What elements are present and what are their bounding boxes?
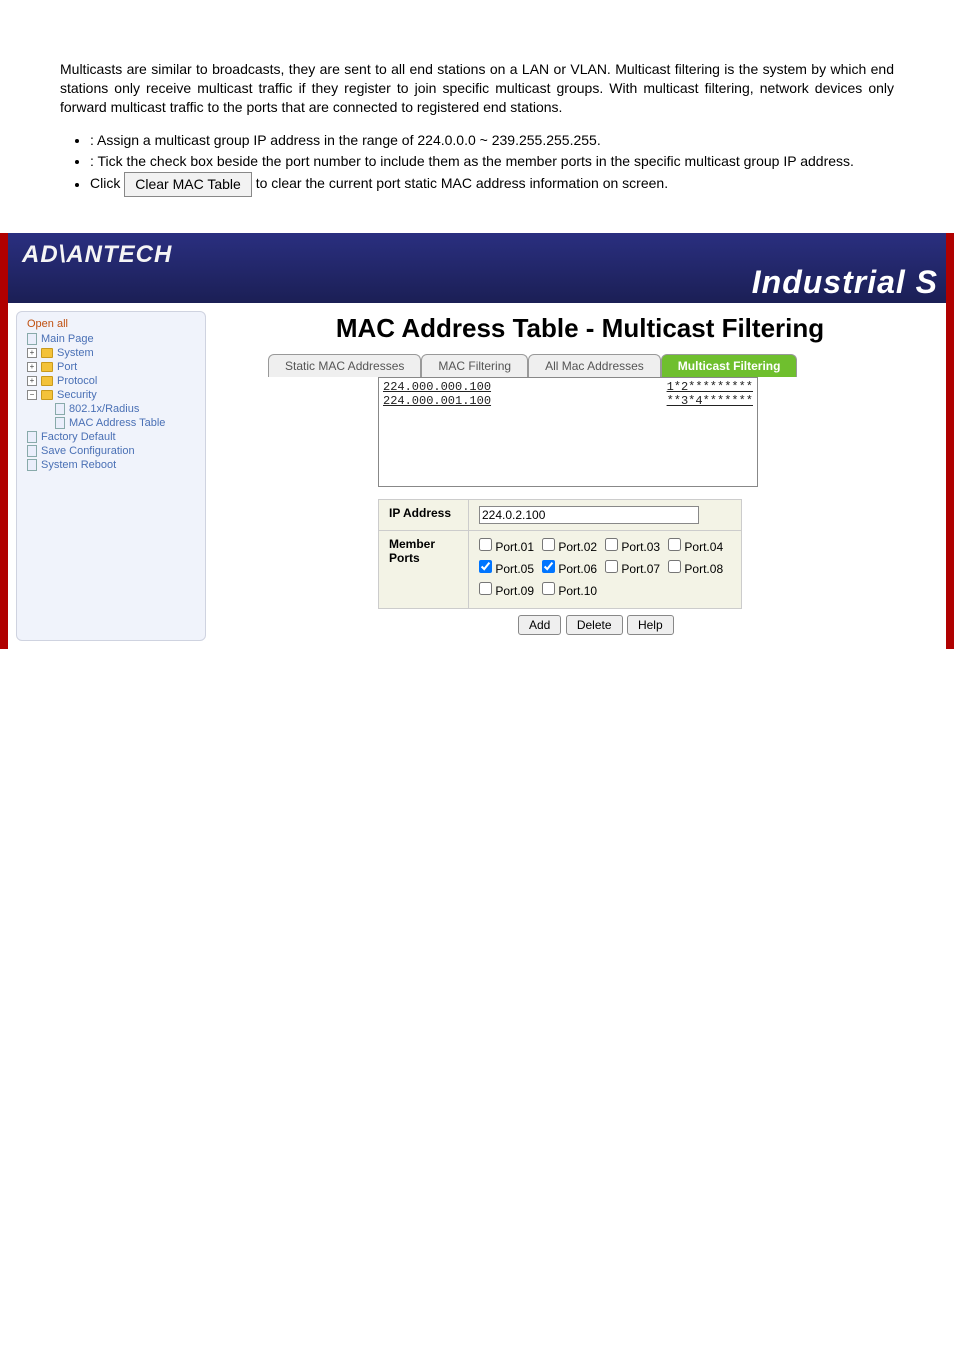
nav-label: 802.1x/Radius (69, 403, 139, 415)
sidebar-item-mac-address-table[interactable]: MAC Address Table (27, 416, 199, 430)
port-checkbox-input[interactable] (479, 538, 492, 551)
port-checkbox-Port.02[interactable]: Port.02 (542, 540, 597, 554)
sidebar-item-system[interactable]: + System (27, 346, 199, 360)
bullet-click: Click Clear MAC Table to clear the curre… (90, 172, 894, 197)
port-checkbox-Port.08[interactable]: Port.08 (668, 562, 723, 576)
folder-icon (41, 376, 53, 386)
nav-label: MAC Address Table (69, 417, 165, 429)
open-all-link[interactable]: Open all (27, 318, 199, 330)
port-checkbox-input[interactable] (668, 538, 681, 551)
sidebar-item-8021x[interactable]: 802.1x/Radius (27, 402, 199, 416)
port-checkbox-Port.09[interactable]: Port.09 (479, 584, 534, 598)
tab-static-mac[interactable]: Static MAC Addresses (268, 354, 421, 377)
list-item[interactable]: 224.000.001.100 **3*4******* (383, 394, 753, 408)
page-title: MAC Address Table - Multicast Filtering (228, 313, 932, 344)
sidebar-item-save-config[interactable]: Save Configuration (27, 444, 199, 458)
list-members: **3*4******* (667, 394, 753, 408)
tab-multicast-filtering[interactable]: Multicast Filtering (661, 354, 798, 377)
list-ip: 224.000.000.100 (383, 380, 491, 394)
port-checkbox-input[interactable] (605, 560, 618, 573)
folder-open-icon (41, 390, 53, 400)
expand-icon[interactable]: + (27, 362, 37, 372)
port-checkbox-Port.05[interactable]: Port.05 (479, 562, 534, 576)
member-ports-label: Member Ports (379, 531, 469, 609)
nav-label: Save Configuration (41, 445, 135, 457)
doc-icon (27, 431, 37, 443)
tab-mac-filtering[interactable]: MAC Filtering (421, 354, 528, 377)
click-suffix: to clear the current port static MAC add… (256, 176, 668, 192)
port-checkbox-Port.01[interactable]: Port.01 (479, 540, 534, 554)
list-ip: 224.000.001.100 (383, 394, 491, 408)
folder-icon (41, 348, 53, 358)
port-checkbox-input[interactable] (542, 560, 555, 573)
click-prefix: Click (90, 176, 120, 192)
sidebar-item-factory-default[interactable]: Factory Default (27, 430, 199, 444)
ip-address-input[interactable] (479, 506, 699, 524)
port-checkbox-input[interactable] (668, 560, 681, 573)
nav-label: System Reboot (41, 459, 116, 471)
sidebar-item-main-page[interactable]: Main Page (27, 332, 199, 346)
port-checkbox-Port.06[interactable]: Port.06 (542, 562, 597, 576)
port-checkbox-Port.07[interactable]: Port.07 (605, 562, 660, 576)
list-item[interactable]: 224.000.000.100 1*2********* (383, 380, 753, 394)
port-checkbox-input[interactable] (605, 538, 618, 551)
port-checkbox-Port.04[interactable]: Port.04 (668, 540, 723, 554)
port-checkbox-grid: Port.01 Port.02 Port.03 Port.04 Port.05 … (479, 537, 731, 602)
sidebar-item-security[interactable]: − Security (27, 388, 199, 402)
delete-button[interactable]: Delete (566, 615, 623, 635)
brand-sub: Industrial S (752, 264, 938, 301)
sidebar-item-protocol[interactable]: + Protocol (27, 374, 199, 388)
nav-label: Port (57, 361, 77, 373)
doc-icon (27, 459, 37, 471)
app-header: AD\ANTECH Industrial S (8, 233, 946, 303)
intro-text: Multicasts are similar to broadcasts, th… (60, 60, 894, 117)
screenshot-frame: AD\ANTECH Industrial S Open all Main Pag… (0, 233, 954, 649)
expand-icon[interactable]: + (27, 376, 37, 386)
nav-sidebar: Open all Main Page + System + Port + Pro… (16, 311, 206, 641)
folder-icon (41, 362, 53, 372)
ip-address-label: IP Address (379, 500, 469, 531)
nav-label: Protocol (57, 375, 97, 387)
add-button[interactable]: Add (518, 615, 561, 635)
doc-icon (55, 403, 65, 415)
port-checkbox-Port.03[interactable]: Port.03 (605, 540, 660, 554)
doc-icon (27, 445, 37, 457)
collapse-icon[interactable]: − (27, 390, 37, 400)
doc-icon (55, 417, 65, 429)
tab-bar: Static MAC Addresses MAC Filtering All M… (268, 354, 932, 377)
port-checkbox-input[interactable] (479, 582, 492, 595)
bullet-member: : Tick the check box beside the port num… (90, 152, 894, 171)
list-members: 1*2********* (667, 380, 753, 394)
sidebar-item-port[interactable]: + Port (27, 360, 199, 374)
expand-icon[interactable]: + (27, 348, 37, 358)
nav-label: System (57, 347, 94, 359)
port-checkbox-input[interactable] (479, 560, 492, 573)
port-checkbox-input[interactable] (542, 582, 555, 595)
help-button[interactable]: Help (627, 615, 674, 635)
nav-label: Security (57, 389, 97, 401)
clear-mac-button[interactable]: Clear MAC Table (124, 172, 252, 197)
sidebar-item-system-reboot[interactable]: System Reboot (27, 458, 199, 472)
tab-all-mac[interactable]: All Mac Addresses (528, 354, 661, 377)
port-checkbox-input[interactable] (542, 538, 555, 551)
port-checkbox-Port.10[interactable]: Port.10 (542, 584, 597, 598)
nav-label: Factory Default (41, 431, 116, 443)
bullet-ip: : Assign a multicast group IP address in… (90, 131, 894, 150)
doc-icon (27, 333, 37, 345)
multicast-list[interactable]: 224.000.000.100 1*2********* 224.000.001… (378, 377, 758, 487)
nav-label: Main Page (41, 333, 94, 345)
